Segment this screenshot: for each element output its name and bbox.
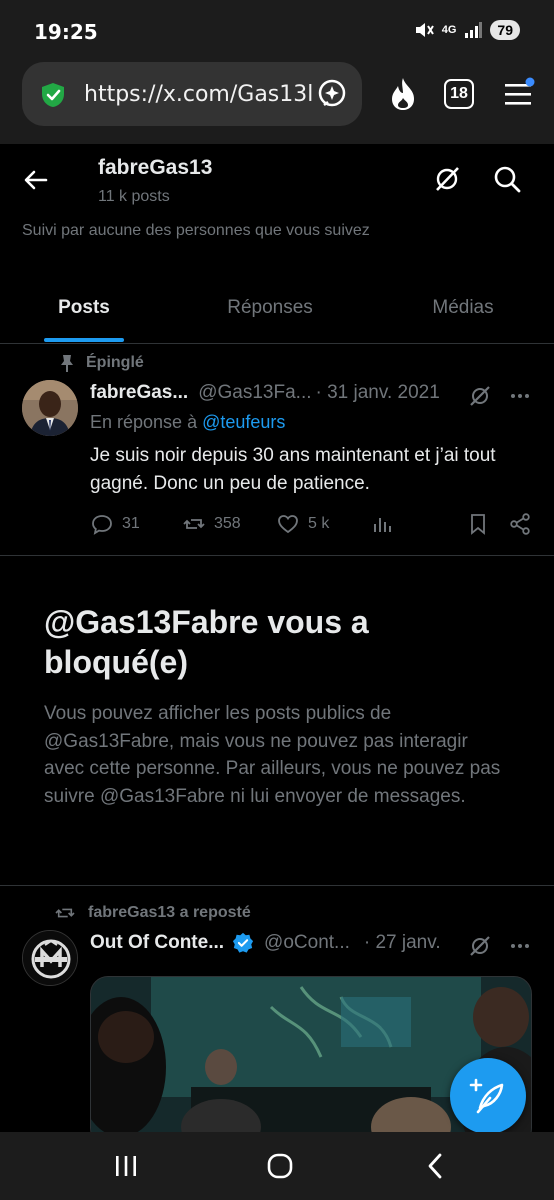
reply-count: 31 [122,515,140,532]
compose-feather-icon [469,1078,504,1114]
bookmark-icon [471,514,485,535]
reply-context: En réponse à @teufeurs [90,412,285,433]
reply-icon [92,515,112,535]
grok-icon[interactable] [432,164,462,194]
analytics-icon [374,518,391,532]
repost-label[interactable]: fabreGas13 a reposté [88,904,251,922]
recent-apps-icon[interactable] [110,1150,142,1182]
grok-icon[interactable] [468,384,492,408]
profile-header: fabreGas13 11 k posts [0,144,554,220]
system-nav-bar [0,1132,554,1200]
battery-indicator: 79 [490,20,520,40]
tweet-actions: 31 358 5 k [90,512,534,538]
mute-icon [415,23,434,37]
status-icons: 4G 79 [414,20,520,40]
avatar[interactable] [22,380,78,436]
repost-icon [55,908,75,918]
share-icon [510,513,530,535]
heart-icon [278,515,298,534]
fire-icon[interactable] [386,76,420,112]
more-options-icon[interactable] [508,934,532,958]
tweet-header: Out Of Conte... @oCont... · 27 janv. [90,932,441,954]
author-handle[interactable]: @Gas13Fa... [198,382,311,404]
reply-button[interactable]: 31 [90,512,140,536]
url-text[interactable]: https://x.com/Gas13l [84,82,324,107]
reply-prefix: En réponse à [90,412,198,432]
tab-replies[interactable]: Réponses [168,272,372,344]
followed-by-text: Suivi par aucune des personnes que vous … [22,222,370,239]
share-button[interactable] [508,512,532,536]
like-count: 5 k [308,515,330,532]
pinned-tweet[interactable]: Épinglé fabreGas... @Gas13Fa... · 31 jan… [0,344,554,556]
tweet-date[interactable]: · 27 janv. [364,932,441,954]
tab-media[interactable]: Médias [372,272,554,344]
shield-check-icon[interactable] [40,82,66,108]
status-bar: 19:25 4G 79 [0,0,554,62]
assistant-sparkle-icon[interactable] [316,78,348,110]
post-count: 11 k posts [98,188,170,205]
status-time: 19:25 [34,20,98,44]
pin-icon [61,355,73,372]
repost-button[interactable]: 358 [182,512,241,536]
address-bar[interactable]: https://x.com/Gas13l [22,62,362,126]
avatar[interactable] [22,930,78,986]
author-name[interactable]: fabreGas... [90,382,188,404]
avatar-photo [22,380,78,436]
author-handle[interactable]: @oCont... [264,932,350,954]
reply-mention-link[interactable]: @teufeurs [202,412,285,432]
blocked-description: Vous pouvez afficher les posts publics d… [44,703,501,807]
repost-count: 358 [214,515,241,532]
browser-toolbar: https://x.com/Gas13l 18 [0,62,554,144]
repost-context: fabreGas13 a reposté [54,904,251,922]
network-label: 4G [441,24,457,36]
profile-tabs: Posts Réponses Médias [0,272,554,344]
profile-name: fabreGas13 [98,156,213,179]
tweet-text: Je suis noir depuis 30 ans maintenant et… [90,445,496,494]
search-icon[interactable] [492,164,522,194]
bookmark-button[interactable] [466,512,490,536]
tab-posts[interactable]: Posts [0,272,168,344]
tabs-button[interactable]: 18 [444,79,474,109]
views-button[interactable] [370,512,394,536]
compose-post-button[interactable] [450,1058,526,1134]
pinned-label: Épinglé [86,354,144,371]
author-name[interactable]: Out Of Conte... [90,932,224,954]
menu-icon[interactable] [502,76,536,112]
tab-count: 18 [450,85,468,102]
blocked-title: @Gas13Fabre vous a bloqué(e) [44,604,369,680]
like-button[interactable]: 5 k [276,512,329,536]
home-icon[interactable] [264,1150,296,1182]
more-options-icon[interactable] [508,384,532,408]
repost-icon [183,519,205,529]
back-arrow-icon[interactable] [22,166,50,194]
tweet-header: fabreGas... @Gas13Fa... · 31 janv. 2021 [90,382,440,404]
back-icon[interactable] [420,1150,452,1182]
signal-icon [465,22,483,38]
club-crest-logo [23,931,77,985]
verified-badge-icon [232,932,254,953]
blocked-notice: @Gas13Fabre vous a bloqué(e) Vous pouvez… [0,556,554,886]
tweet-date[interactable]: · 31 janv. 2021 [316,382,440,404]
grok-icon[interactable] [468,934,492,958]
active-tab-indicator [44,338,124,342]
pinned-row: Épinglé [60,354,144,372]
